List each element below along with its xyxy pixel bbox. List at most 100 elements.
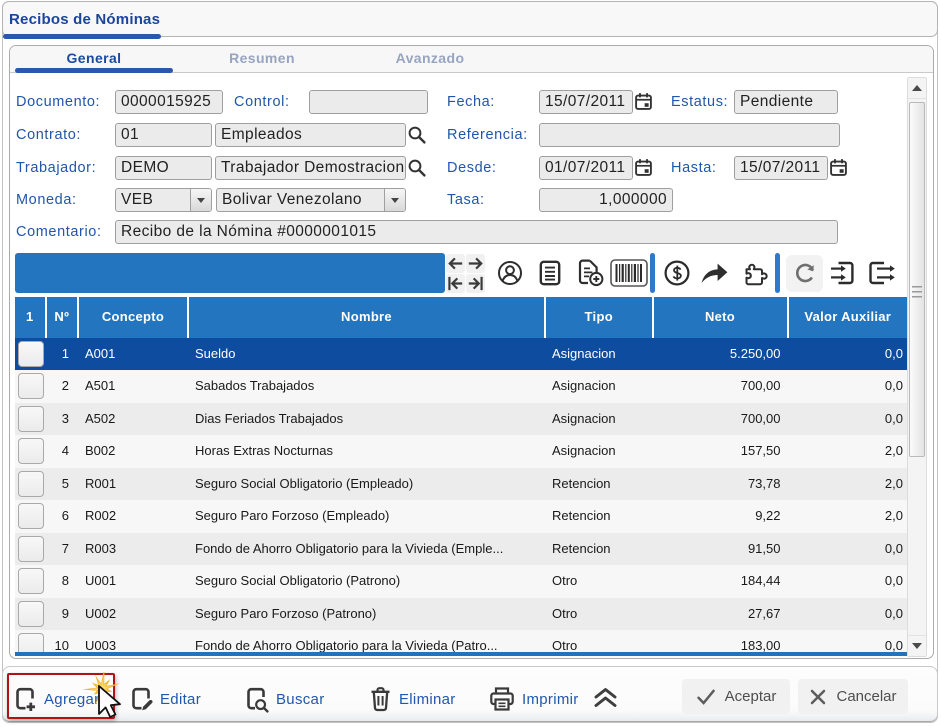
column-header-nombre[interactable]: Nombre (189, 297, 546, 338)
cell-tipo: Retencion (546, 500, 654, 533)
control-field[interactable] (309, 90, 428, 114)
forward-arrow-icon[interactable] (700, 261, 729, 285)
aceptar-button[interactable]: Aceptar (682, 679, 790, 714)
documento-field[interactable]: 0000015925 (115, 90, 223, 114)
row-checkbox[interactable] (18, 568, 44, 594)
cancelar-button[interactable]: Cancelar (798, 679, 908, 714)
column-header-num[interactable]: Nº (47, 297, 80, 338)
table-row[interactable]: 5 R001 Seguro Social Obligatorio (Emplea… (15, 468, 907, 501)
chevron-down-icon[interactable] (190, 189, 211, 211)
contrato-name-field[interactable]: Empleados (215, 123, 406, 147)
contrato-search-icon[interactable] (407, 125, 427, 145)
estatus-field[interactable]: Pendiente (734, 90, 838, 114)
table-row[interactable]: 6 R002 Seguro Paro Forzoso (Empleado) Re… (15, 500, 907, 533)
vertical-scrollbar[interactable] (907, 77, 927, 657)
cell-num: 10 (47, 630, 80, 652)
cell-nombre: Seguro Social Obligatorio (Patrono) (189, 565, 546, 598)
fecha-calendar-icon[interactable] (634, 92, 653, 111)
column-header-select[interactable]: 1 (15, 297, 47, 338)
import-icon[interactable] (830, 261, 855, 285)
column-header-concepto[interactable]: Concepto (79, 297, 189, 338)
moneda-name-select[interactable]: Bolivar Venezolano (216, 188, 406, 212)
column-last-icon[interactable] (466, 274, 485, 293)
trabajador-name-field[interactable]: Trabajador Demostracion (215, 156, 406, 180)
table-row[interactable]: 7 R003 Fondo de Ahorro Obligatorio para … (15, 533, 907, 566)
trabajador-code-field[interactable]: DEMO (115, 156, 212, 180)
tab-general[interactable]: General (10, 46, 178, 73)
document-add-icon[interactable] (575, 259, 604, 287)
toolbar-separator (775, 253, 780, 293)
row-checkbox[interactable] (18, 503, 44, 529)
document-icon[interactable] (538, 260, 562, 286)
referencia-field[interactable] (539, 123, 840, 147)
eliminar-button[interactable]: Eliminar (369, 684, 456, 714)
table-bottom-edge (15, 652, 907, 656)
comentario-label: Comentario: (16, 220, 102, 244)
cell-num: 6 (47, 500, 80, 533)
moneda-code-select[interactable]: VEB (115, 188, 212, 212)
chevron-down-icon[interactable] (384, 189, 405, 211)
row-checkbox[interactable] (18, 406, 44, 432)
column-first-icon[interactable] (446, 274, 465, 293)
column-header-neto[interactable]: Neto (654, 297, 789, 338)
desde-field[interactable]: 01/07/2011 (539, 156, 633, 180)
puzzle-icon[interactable] (741, 261, 769, 287)
scroll-down-icon[interactable] (908, 635, 926, 656)
scroll-up-icon[interactable] (908, 78, 926, 99)
fecha-field[interactable]: 15/07/2011 (539, 90, 633, 114)
trabajador-search-icon[interactable] (407, 158, 427, 178)
row-checkbox[interactable] (18, 536, 44, 562)
cell-neto: 27,67 (654, 598, 789, 631)
currency-dollar-icon[interactable] (664, 260, 690, 286)
row-checkbox[interactable] (18, 373, 44, 399)
table-row[interactable]: 3 A502 Dias Feriados Trabajados Asignaci… (15, 403, 907, 436)
cell-nombre: Sueldo (189, 338, 546, 371)
cell-concepto: U002 (79, 598, 189, 631)
table-row[interactable]: 1 A001 Sueldo Asignacion 5.250,00 0,0 (15, 338, 907, 371)
imprimir-button[interactable]: Imprimir (489, 684, 579, 714)
scrollbar-thumb[interactable] (909, 102, 925, 457)
row-checkbox[interactable] (18, 341, 44, 367)
tab-resumen[interactable]: Resumen (178, 46, 346, 73)
row-checkbox[interactable] (18, 601, 44, 627)
cell-valor: 0,0 (789, 370, 908, 403)
row-checkbox[interactable] (18, 438, 44, 464)
footer-toolbar: Agregar Editar Buscar (2, 666, 938, 722)
check-icon (696, 688, 716, 706)
tasa-field[interactable]: 1,000000 (539, 188, 673, 212)
table-body: 1 A001 Sueldo Asignacion 5.250,00 0,0 2 … (15, 338, 907, 652)
column-shrink-left-icon[interactable] (446, 254, 465, 273)
contrato-label: Contrato: (16, 123, 81, 147)
estatus-label: Estatus: (671, 90, 728, 114)
column-grow-right-icon[interactable] (466, 254, 485, 273)
collapse-toolbar-icon[interactable] (592, 686, 619, 709)
table-row[interactable]: 9 U002 Seguro Paro Forzoso (Patrono) Otr… (15, 598, 907, 631)
cell-valor: 0,0 (789, 338, 908, 371)
editar-button[interactable]: Editar (129, 684, 201, 714)
hasta-field[interactable]: 15/07/2011 (734, 156, 828, 180)
tasa-label: Tasa: (447, 188, 485, 212)
table-row[interactable]: 2 A501 Sabados Trabajados Asignacion 700… (15, 370, 907, 403)
comentario-field[interactable]: Recibo de la Nómina #0000001015 (115, 220, 838, 244)
column-header-valor[interactable]: Valor Auxiliar (789, 297, 908, 338)
table-row[interactable]: 10 U003 Fondo de Ahorro Obligatorio para… (15, 630, 907, 652)
row-checkbox[interactable] (18, 471, 44, 497)
row-checkbox[interactable] (18, 633, 44, 652)
export-icon[interactable] (868, 261, 897, 285)
user-icon[interactable] (497, 260, 523, 286)
tab-avanzado[interactable]: Avanzado (346, 46, 514, 73)
column-header-tipo[interactable]: Tipo (546, 297, 654, 338)
hasta-calendar-icon[interactable] (829, 158, 848, 177)
contrato-code-field[interactable]: 01 (115, 123, 212, 147)
cell-num: 7 (47, 533, 80, 566)
barcode-icon[interactable] (610, 259, 648, 287)
referencia-label: Referencia: (447, 123, 528, 147)
cell-num: 4 (47, 435, 80, 468)
table-row[interactable]: 8 U001 Seguro Social Obligatorio (Patron… (15, 565, 907, 598)
buscar-button[interactable]: Buscar (244, 684, 325, 714)
table-row[interactable]: 4 B002 Horas Extras Nocturnas Asignacion… (15, 435, 907, 468)
cell-tipo: Asignacion (546, 338, 654, 371)
desde-calendar-icon[interactable] (634, 158, 653, 177)
refresh-button[interactable] (786, 255, 823, 292)
cell-valor: 2,0 (789, 500, 908, 533)
